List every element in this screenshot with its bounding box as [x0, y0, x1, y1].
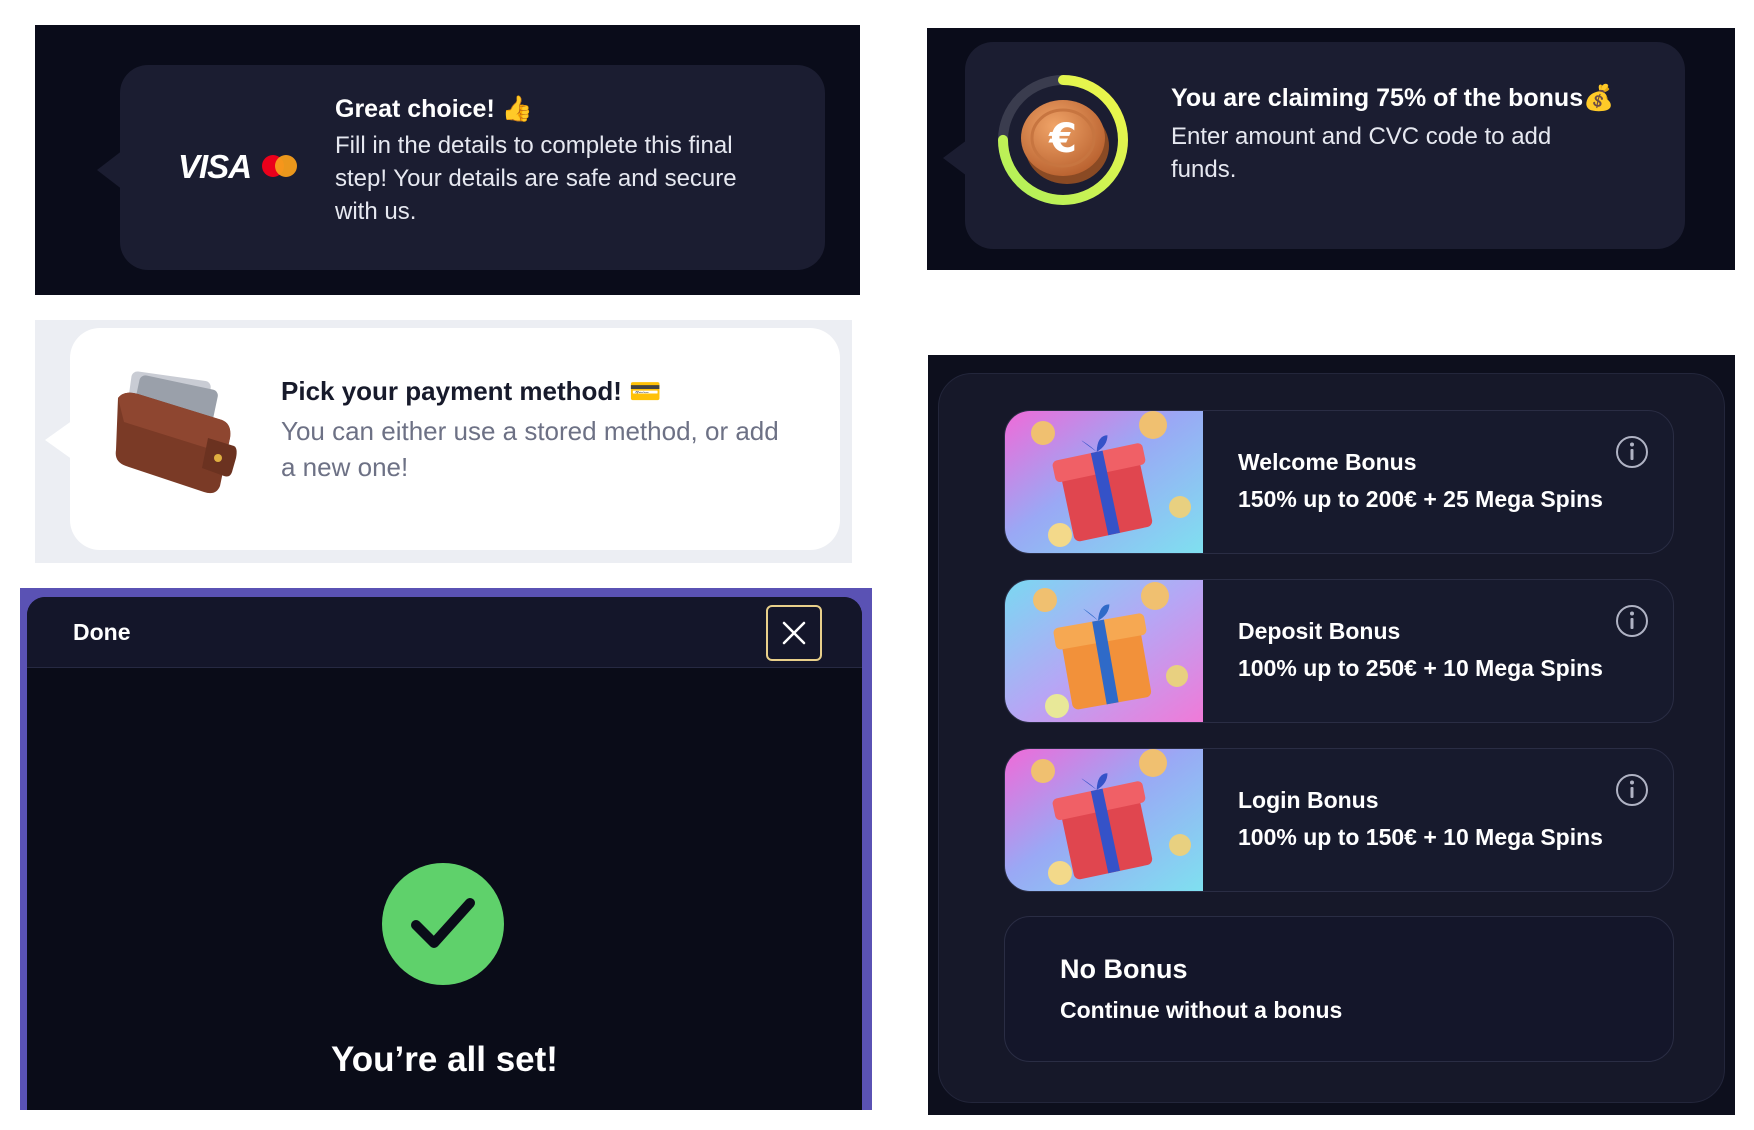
modal-header: Done [27, 597, 862, 668]
bonus-claim-panel: € You are claiming 75% of the bonus💰 Ent… [927, 28, 1735, 270]
bonus-name: Login Bonus [1238, 787, 1379, 813]
check-circle-icon [411, 898, 475, 948]
payment-method-title: Pick your payment method! 💳 [281, 376, 662, 406]
gift-box-icon [1005, 749, 1203, 891]
wallet-icon [115, 371, 237, 494]
info-icon[interactable] [1615, 773, 1649, 807]
no-bonus-subtitle: Continue without a bonus [1060, 997, 1343, 1023]
bonus-card-welcome[interactable]: Welcome Bonus 150% up to 200€ + 25 Mega … [1004, 410, 1674, 554]
bonus-thumbnail [1005, 411, 1203, 553]
bonus-selection-panel: Welcome Bonus 150% up to 200€ + 25 Mega … [928, 355, 1735, 1115]
no-bonus-title: No Bonus [1060, 954, 1188, 984]
bonus-claim-bubble: € You are claiming 75% of the bonus💰 Ent… [965, 42, 1685, 249]
payment-method-tip-panel: Pick your payment method! 💳 You can eith… [35, 320, 852, 563]
visa-tip-title: Great choice! 👍 [335, 95, 533, 123]
bonus-card-login[interactable]: Login Bonus 100% up to 150€ + 10 Mega Sp… [1004, 748, 1674, 892]
visa-tip-panel: VISA Great choice! 👍 Fill in the details… [35, 25, 860, 295]
bubble-tail [45, 420, 73, 460]
bonus-claim-body: Enter amount and CVC code to add funds. [1171, 123, 1552, 183]
success-message: You’re all set! [331, 1040, 558, 1079]
done-modal-panel: Done You’re all set! [20, 588, 872, 1110]
info-icon[interactable] [1615, 604, 1649, 638]
modal-title: Done [73, 619, 131, 645]
bonus-thumbnail [1005, 580, 1203, 722]
svg-text:€: € [1048, 116, 1077, 162]
mastercard-logo-icon-orange [275, 155, 297, 177]
visa-tip-bubble: VISA Great choice! 👍 Fill in the details… [120, 65, 825, 270]
gift-box-icon [1005, 411, 1203, 553]
bonus-name: Deposit Bonus [1238, 618, 1401, 644]
bonus-progress-ring: € [998, 75, 1128, 205]
bonus-thumbnail [1005, 749, 1203, 891]
bonus-offer: 100% up to 150€ + 10 Mega Spins [1238, 824, 1603, 850]
no-bonus-option[interactable]: No Bonus Continue without a bonus [1004, 916, 1674, 1062]
done-modal: Done You’re all set! [27, 597, 862, 1110]
visa-tip-body: Fill in the details to complete this fin… [335, 132, 737, 225]
payment-method-bubble: Pick your payment method! 💳 You can eith… [70, 328, 840, 550]
bubble-tail [943, 140, 967, 176]
bonus-offer: 150% up to 200€ + 25 Mega Spins [1238, 486, 1603, 512]
payment-method-body: You can either use a stored method, or a… [281, 416, 779, 482]
bonus-name: Welcome Bonus [1238, 449, 1417, 475]
bonus-sheet: Welcome Bonus 150% up to 200€ + 25 Mega … [938, 373, 1725, 1103]
gift-box-icon [1005, 580, 1203, 722]
bonus-offer: 100% up to 250€ + 10 Mega Spins [1238, 655, 1603, 681]
info-icon[interactable] [1615, 435, 1649, 469]
success-check [382, 863, 504, 985]
bonus-card-deposit[interactable]: Deposit Bonus 100% up to 250€ + 10 Mega … [1004, 579, 1674, 723]
close-icon [782, 621, 806, 645]
visa-logo: VISA [178, 148, 252, 185]
close-button[interactable] [766, 605, 822, 661]
bonus-claim-title: You are claiming 75% of the bonus💰 [1171, 84, 1615, 112]
euro-coin-icon: € [1021, 100, 1109, 184]
